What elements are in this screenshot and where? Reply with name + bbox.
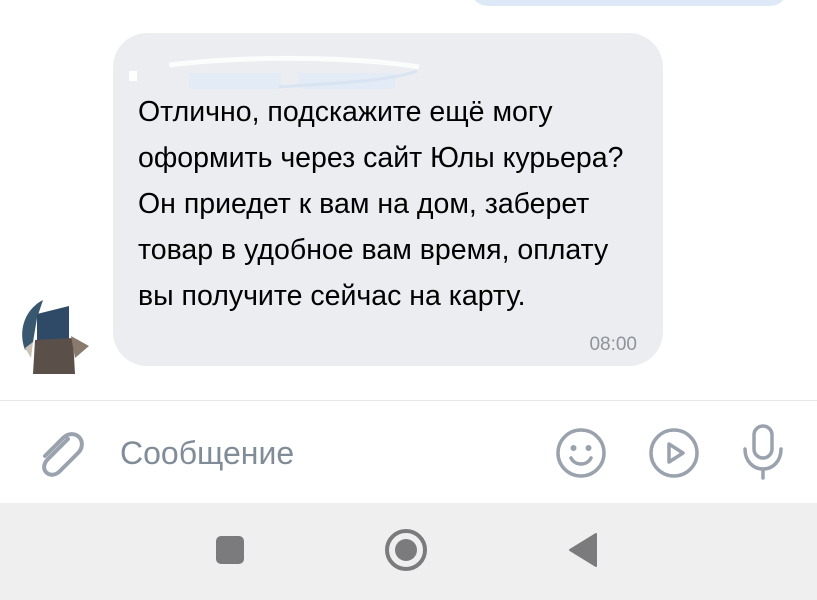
- play-circle-icon[interactable]: [647, 426, 701, 480]
- outgoing-message-bubble[interactable]: [470, 0, 788, 6]
- smile-icon[interactable]: [554, 426, 608, 480]
- paperclip-icon[interactable]: [34, 427, 86, 479]
- system-navigation-bar: [0, 503, 817, 600]
- back-triangle-icon[interactable]: [566, 531, 600, 569]
- home-circle-icon[interactable]: [384, 528, 428, 572]
- message-text: Отлично, подскажите ещё могу оформить че…: [138, 96, 632, 312]
- microphone-icon[interactable]: [739, 423, 787, 481]
- redacted-sender-name: [129, 55, 420, 89]
- incoming-message-bubble[interactable]: Отлично, подскажите ещё могу оформить че…: [113, 33, 663, 366]
- message-timestamp: 08:00: [589, 334, 637, 355]
- message-composer: [0, 401, 817, 503]
- recents-square-icon[interactable]: [214, 534, 246, 566]
- chat-area: Отлично, подскажите ещё могу оформить че…: [0, 0, 817, 400]
- message-input[interactable]: [120, 425, 520, 481]
- sender-avatar[interactable]: [15, 288, 89, 374]
